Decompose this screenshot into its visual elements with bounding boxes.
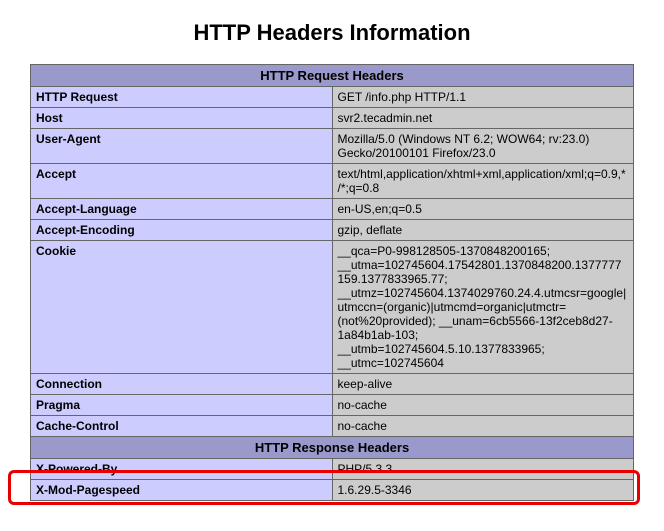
header-key: Cache-Control — [31, 416, 333, 437]
table-row: Accepttext/html,application/xhtml+xml,ap… — [31, 164, 634, 199]
header-value: keep-alive — [332, 374, 634, 395]
table-row: X-Powered-ByPHP/5.3.3 — [31, 459, 634, 480]
page-title: HTTP Headers Information — [30, 20, 634, 46]
header-value: 1.6.29.5-3346 — [332, 480, 634, 501]
headers-table: HTTP Request Headers HTTP RequestGET /in… — [30, 64, 634, 501]
header-value: __qca=P0-998128505-1370848200165; __utma… — [332, 241, 634, 374]
table-row: Accept-Encodinggzip, deflate — [31, 220, 634, 241]
header-value: en-US,en;q=0.5 — [332, 199, 634, 220]
header-value: Mozilla/5.0 (Windows NT 6.2; WOW64; rv:2… — [332, 129, 634, 164]
table-row: Hostsvr2.tecadmin.net — [31, 108, 634, 129]
request-section-header: HTTP Request Headers — [31, 65, 634, 87]
header-key: X-Powered-By — [31, 459, 333, 480]
header-key: Accept — [31, 164, 333, 199]
header-key: Cookie — [31, 241, 333, 374]
table-row: Connectionkeep-alive — [31, 374, 634, 395]
header-key: X-Mod-Pagespeed — [31, 480, 333, 501]
header-value: PHP/5.3.3 — [332, 459, 634, 480]
table-row: Cookie__qca=P0-998128505-1370848200165; … — [31, 241, 634, 374]
header-value: svr2.tecadmin.net — [332, 108, 634, 129]
header-value: text/html,application/xhtml+xml,applicat… — [332, 164, 634, 199]
header-value: no-cache — [332, 416, 634, 437]
header-key: Accept-Language — [31, 199, 333, 220]
header-key: Host — [31, 108, 333, 129]
table-row: Pragmano-cache — [31, 395, 634, 416]
response-section-header: HTTP Response Headers — [31, 437, 634, 459]
header-value: no-cache — [332, 395, 634, 416]
header-key: Connection — [31, 374, 333, 395]
header-key: User-Agent — [31, 129, 333, 164]
header-key: HTTP Request — [31, 87, 333, 108]
table-row: Accept-Languageen-US,en;q=0.5 — [31, 199, 634, 220]
table-row: X-Mod-Pagespeed1.6.29.5-3346 — [31, 480, 634, 501]
table-row: User-AgentMozilla/5.0 (Windows NT 6.2; W… — [31, 129, 634, 164]
table-row: HTTP RequestGET /info.php HTTP/1.1 — [31, 87, 634, 108]
table-row: Cache-Controlno-cache — [31, 416, 634, 437]
header-value: gzip, deflate — [332, 220, 634, 241]
header-key: Pragma — [31, 395, 333, 416]
header-value: GET /info.php HTTP/1.1 — [332, 87, 634, 108]
header-key: Accept-Encoding — [31, 220, 333, 241]
